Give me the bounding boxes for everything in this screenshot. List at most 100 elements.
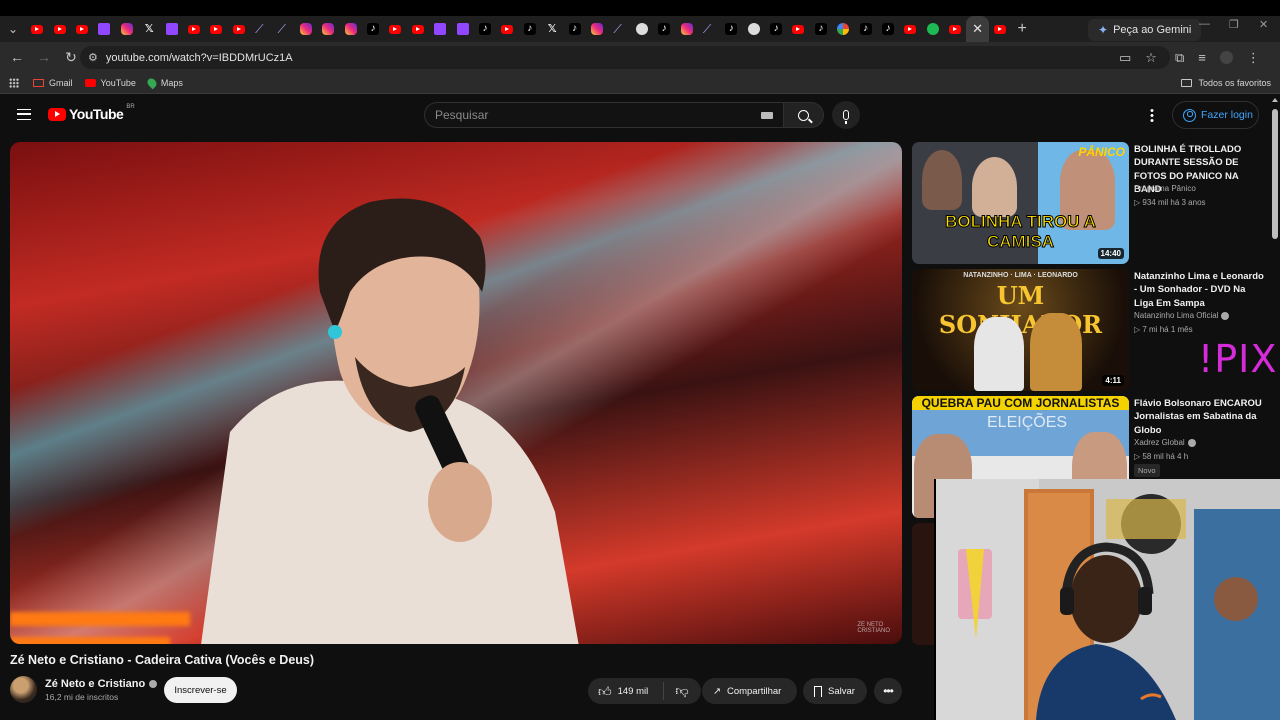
search-input[interactable] xyxy=(435,108,745,122)
browser-tab[interactable] xyxy=(228,16,250,42)
browser-tab[interactable] xyxy=(48,16,70,42)
more-icon: ••• xyxy=(883,684,894,698)
more-actions-button[interactable]: ••• xyxy=(874,678,902,704)
browser-tab[interactable] xyxy=(295,16,317,42)
scroll-up-arrow[interactable] xyxy=(1272,98,1278,102)
browser-tab[interactable]: ♪ xyxy=(765,16,787,42)
subscribe-button[interactable]: Inscrever-se xyxy=(164,677,237,703)
bookmark-maps[interactable]: Maps xyxy=(145,76,183,89)
browser-tab[interactable] xyxy=(205,16,227,42)
browser-tab[interactable] xyxy=(631,16,653,42)
browser-tab[interactable] xyxy=(160,16,182,42)
browser-tab[interactable] xyxy=(339,16,361,42)
video-thumbnail[interactable]: PÂNICO BOLINHA TIROU A CAMISA 14:40 xyxy=(912,142,1129,264)
browser-tab[interactable] xyxy=(922,16,944,42)
apps-grid-icon[interactable] xyxy=(9,77,19,88)
verified-icon xyxy=(149,680,158,688)
browser-tab[interactable]: ⟋ xyxy=(250,16,272,42)
all-favorites-button[interactable]: Todos os favoritos xyxy=(1181,78,1271,88)
channel-name-link[interactable]: Zé Neto e Cristiano xyxy=(45,678,158,690)
browser-tab[interactable]: 𝕏 xyxy=(138,16,160,42)
browser-tab[interactable]: ♪ xyxy=(563,16,585,42)
settings-menu-icon[interactable] xyxy=(1150,108,1154,122)
recommendation-title[interactable]: Natanzinho Lima e Leonardo - Um Sonhador… xyxy=(1134,270,1266,310)
browser-tab[interactable]: 𝕏 xyxy=(541,16,563,42)
browser-tab[interactable]: ⟋ xyxy=(608,16,630,42)
bookmark-star-icon[interactable]: ☆ xyxy=(1145,50,1157,66)
browser-tab[interactable] xyxy=(183,16,205,42)
browser-tab[interactable] xyxy=(496,16,518,42)
browser-tab[interactable] xyxy=(899,16,921,42)
youtube-logo[interactable]: YouTube BR xyxy=(48,104,135,122)
browser-tab[interactable] xyxy=(451,16,473,42)
cast-icon[interactable]: ▭ xyxy=(1119,50,1131,66)
tab-list: 𝕏 ⟋ ⟋ ♪ ♪ ♪ 𝕏 ♪ ⟋ ♪ ⟋ ♪ ♪ ♪ ♪ ♪ ✕ xyxy=(26,16,1011,42)
browser-tab[interactable]: ♪ xyxy=(877,16,899,42)
media-control-icon[interactable]: ≡ xyxy=(1198,50,1206,65)
browser-tab[interactable] xyxy=(675,16,697,42)
new-tab-button[interactable]: + xyxy=(1011,20,1033,38)
keyboard-icon[interactable] xyxy=(761,112,773,119)
scrollbar-thumb[interactable] xyxy=(1272,109,1278,239)
browser-tab[interactable]: ✕ xyxy=(966,16,989,42)
browser-tab[interactable] xyxy=(26,16,48,42)
browser-tab[interactable] xyxy=(116,16,138,42)
browser-tab[interactable] xyxy=(407,16,429,42)
sign-in-button[interactable]: Fazer login xyxy=(1172,101,1259,129)
video-thumbnail[interactable]: NATANZINHO · LIMA · LEONARDO UM SONHADOR… xyxy=(912,269,1129,391)
tab-search-button[interactable]: ⌄ xyxy=(0,16,26,42)
browser-tab[interactable] xyxy=(93,16,115,42)
browser-tab[interactable]: ♪ xyxy=(653,16,675,42)
video-player[interactable]: ZÉ NETO CRISTIANO xyxy=(10,142,902,644)
new-badge: Novo xyxy=(1134,464,1160,477)
browser-tab[interactable]: ⟋ xyxy=(698,16,720,42)
browser-tab[interactable]: ♪ xyxy=(474,16,496,42)
browser-tab[interactable] xyxy=(989,16,1011,42)
profile-avatar[interactable] xyxy=(1219,51,1233,64)
extensions-icon[interactable]: ⧉ xyxy=(1175,50,1184,66)
recommendation-channel[interactable]: Programa Pânico xyxy=(1134,184,1196,193)
recommendation-title[interactable]: Flávio Bolsonaro ENCAROU Jornalistas em … xyxy=(1134,397,1266,437)
minimize-icon[interactable]: — xyxy=(1199,18,1210,30)
share-button[interactable]: ↗ Compartilhar xyxy=(702,678,797,704)
feather-icon: ⟋ xyxy=(702,22,712,36)
recommendation-item[interactable]: PÂNICO BOLINHA TIROU A CAMISA 14:40 BOLI… xyxy=(912,142,1270,264)
browser-tab[interactable] xyxy=(832,16,854,42)
maximize-icon[interactable]: ❐ xyxy=(1229,18,1239,31)
save-button[interactable]: Salvar xyxy=(803,678,867,704)
like-button[interactable]: 👍︎ 149 mil xyxy=(588,682,664,700)
channel-avatar[interactable] xyxy=(10,676,37,703)
bookmark-gmail[interactable]: Gmail xyxy=(33,78,73,88)
browser-tab[interactable] xyxy=(743,16,765,42)
browser-tab[interactable]: ♪ xyxy=(810,16,832,42)
forward-icon[interactable]: → xyxy=(32,45,56,69)
browser-menu-icon[interactable]: ⋮ xyxy=(1247,50,1260,66)
menu-icon[interactable] xyxy=(17,109,31,120)
browser-tab[interactable] xyxy=(384,16,406,42)
recommendation-channel[interactable]: Xadrez Global xyxy=(1134,438,1196,447)
browser-tab[interactable]: ⟋ xyxy=(272,16,294,42)
dislike-button[interactable]: 👎︎ xyxy=(664,683,700,699)
site-info-icon[interactable]: ⚙ xyxy=(88,51,98,64)
browser-tab[interactable] xyxy=(586,16,608,42)
address-bar[interactable]: ⚙ youtube.com/watch?v=IBDDMrUCz1A xyxy=(80,46,1170,69)
browser-tab[interactable]: ♪ xyxy=(854,16,876,42)
close-icon[interactable]: ✕ xyxy=(972,22,984,35)
browser-tab[interactable] xyxy=(944,16,966,42)
voice-search-button[interactable] xyxy=(832,101,860,129)
back-icon[interactable]: ← xyxy=(5,45,29,69)
browser-tab[interactable] xyxy=(787,16,809,42)
browser-tab[interactable] xyxy=(429,16,451,42)
window-close-icon[interactable]: ✕ xyxy=(1259,18,1268,31)
ask-gemini-button[interactable]: ✦ Peça ao Gemini xyxy=(1088,19,1202,41)
browser-tab[interactable]: ♪ xyxy=(720,16,742,42)
x-icon: 𝕏 xyxy=(547,23,557,35)
browser-tab[interactable] xyxy=(317,16,339,42)
search-button[interactable] xyxy=(784,102,824,128)
bookmark-youtube[interactable]: YouTube xyxy=(84,78,136,88)
browser-tab[interactable] xyxy=(71,16,93,42)
browser-tab[interactable]: ♪ xyxy=(519,16,541,42)
browser-tab[interactable]: ♪ xyxy=(362,16,384,42)
youtube-logo-icon xyxy=(48,107,66,121)
recommendation-channel[interactable]: Natanzinho Lima Oficial xyxy=(1134,311,1230,320)
